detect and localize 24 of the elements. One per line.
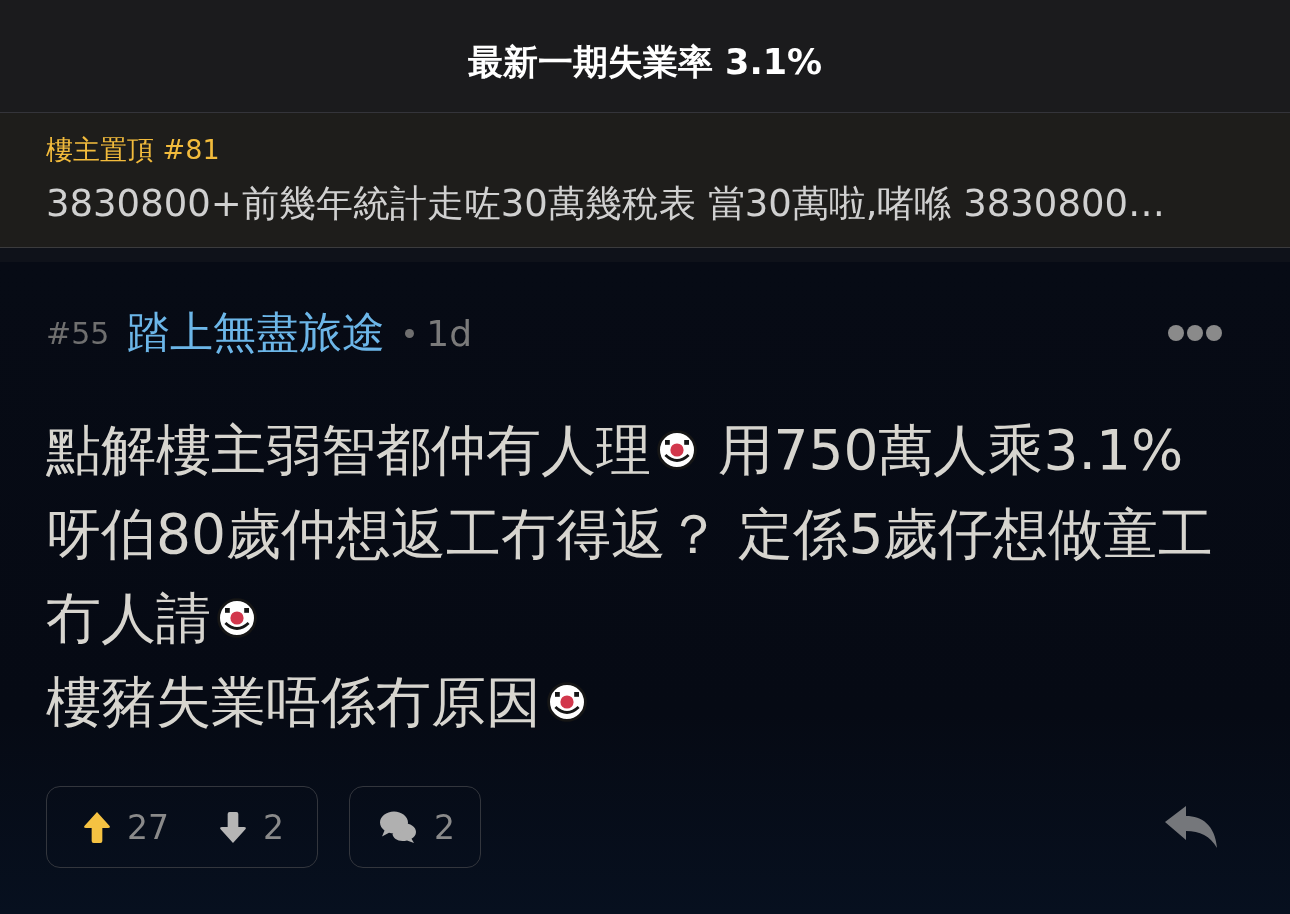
comment-button[interactable]: 2 — [349, 786, 481, 868]
speech-bubbles-icon[interactable] — [380, 811, 416, 843]
dot-icon — [405, 328, 415, 338]
post-text: 用750萬人乘3.1% — [717, 418, 1184, 482]
post-text: 樓豬失業唔係冇原因 — [46, 670, 541, 734]
arrow-down-icon[interactable] — [219, 810, 247, 844]
post-text: 呀伯80歲仲想返工冇得返？ 定係5歲仔想做童工 — [46, 502, 1214, 566]
post-time: 1d — [426, 312, 473, 354]
upvote-button[interactable]: 27 — [83, 807, 169, 847]
pinned-text: 3830800+前幾年統計走咗30萬幾稅表 當30萬啦,啫喺 3830800… — [46, 181, 1165, 227]
post-text: 冇人請 — [46, 586, 211, 650]
reply-button[interactable] — [1164, 805, 1218, 849]
downvote-button[interactable]: 2 — [219, 807, 284, 847]
clown-face-icon — [217, 597, 257, 638]
pinned-label: 樓主置頂 #81 — [46, 133, 220, 167]
post-text: 點解樓主弱智都仲有人理 — [46, 418, 651, 482]
arrow-up-icon[interactable] — [83, 810, 111, 844]
pinned-banner[interactable]: 樓主置頂 #81 3830800+前幾年統計走咗30萬幾稅表 當30萬啦,啫喺 3830800… — [0, 113, 1290, 248]
thread-title: 最新一期失業率 3.1% — [467, 41, 823, 84]
more-button[interactable] — [1168, 325, 1222, 341]
author-name[interactable]: 踏上無盡旅途 — [127, 304, 386, 362]
post-number: #55 — [46, 315, 110, 351]
clown-face-icon — [657, 429, 697, 470]
clown-face-icon — [547, 681, 587, 722]
